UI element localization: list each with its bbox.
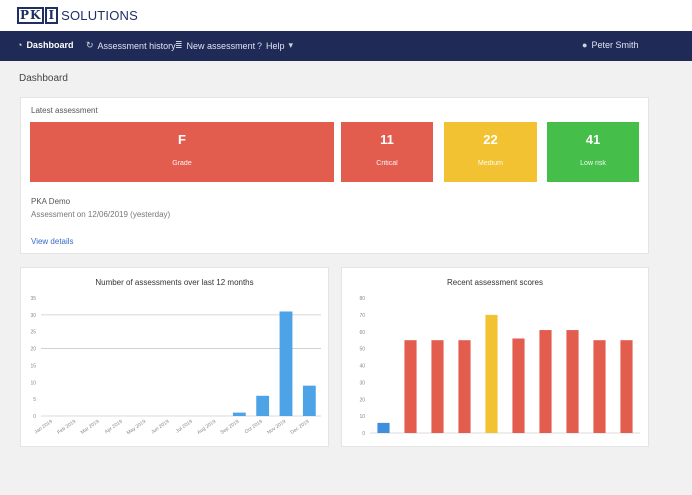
x-tick-label: Aug 2019: [196, 419, 217, 436]
nav-item-history[interactable]: ↻ Assessment history: [86, 40, 176, 51]
x-tick-label: Oct 2019: [244, 419, 264, 436]
y-tick-label: 15: [30, 363, 36, 369]
x-tick-label: Feb 2019: [56, 419, 77, 436]
view-details-link[interactable]: View details: [31, 237, 74, 246]
x-tick-label: Dec 2019: [290, 419, 311, 436]
y-tick-label: 20: [359, 397, 365, 403]
scores-bar-chart: 0 10 20 30 40 50 60 70 80: [359, 296, 640, 437]
latest-assessment-card: Latest assessment F Grade 11 Critical 22…: [20, 97, 649, 254]
medium-count: 22: [483, 132, 498, 147]
y-tick-label: 10: [359, 414, 365, 420]
x-tick-label: Jun 2019: [150, 419, 170, 436]
assessments-bar-chart: 0 5 10 15 20 25 30 35 Jan 2019 Feb 2019 Mar 2019 Ap…: [30, 296, 321, 437]
chart-bar: [620, 340, 633, 433]
chart-bar: [458, 340, 471, 433]
logo-mark: PK I: [16, 6, 59, 25]
site-name: PKA Demo: [31, 197, 71, 206]
x-tick-label: Apr 2019: [104, 419, 124, 436]
chart-bar: [593, 340, 606, 433]
critical-count: 11: [380, 132, 394, 147]
nav-item-dashboard[interactable]: ◔ Dashboard: [17, 40, 73, 50]
nav-label: Help: [266, 40, 285, 51]
y-tick-label: 25: [30, 330, 36, 336]
low-risk-tile[interactable]: 41 Low risk: [547, 122, 639, 182]
nav-item-help[interactable]: ? Help ▾: [257, 40, 293, 51]
assessments-chart-card: Number of assessments over last 12 month…: [20, 267, 329, 447]
y-tick-label: 80: [359, 296, 365, 302]
y-tick-label: 70: [359, 313, 365, 319]
user-name: Peter Smith: [591, 40, 639, 50]
y-tick-label: 20: [30, 347, 36, 353]
chevron-down-icon: ▾: [288, 40, 294, 50]
y-tick-label: 50: [359, 347, 365, 353]
chart-bar: [377, 422, 390, 433]
medium-tile[interactable]: 22 Medium: [444, 122, 537, 182]
critical-label: Critical: [376, 160, 398, 167]
grade-tile[interactable]: F Grade: [30, 122, 334, 182]
grade-value: F: [178, 132, 186, 147]
nav-label: Assessment history: [97, 40, 176, 51]
y-tick-label: 40: [359, 364, 365, 370]
scores-chart-card: Recent assessment scores 0 10 20 30 40 50 60 70…: [341, 267, 649, 447]
nav-label: New assessment: [186, 40, 256, 51]
chart-bar: [512, 338, 525, 433]
chart-bar: [256, 395, 270, 416]
user-menu[interactable]: ● Peter Smith: [582, 40, 638, 50]
y-tick-label: 30: [359, 380, 365, 386]
nav-label: Dashboard: [26, 40, 74, 50]
help-icon: ?: [257, 40, 263, 51]
critical-tile[interactable]: 11 Critical: [341, 122, 433, 182]
x-tick-label: Jul 2019: [175, 419, 194, 435]
chart-bar: [431, 340, 444, 433]
chart-bar: [232, 412, 246, 416]
chart-bar: [485, 314, 498, 433]
company-logo[interactable]: PK I SOLUTIONS: [16, 6, 139, 25]
chart-bar: [279, 311, 293, 416]
grade-label: Grade: [172, 160, 192, 167]
chart-bar: [404, 340, 417, 433]
x-tick-label: May 2019: [126, 419, 148, 437]
x-tick-label: Jan 2019: [34, 419, 54, 436]
chart-bar: [566, 330, 579, 433]
chart-bar: [539, 330, 552, 433]
low-risk-label: Low risk: [580, 160, 606, 167]
x-tick-label: Sep 2019: [219, 419, 240, 436]
dashboard-icon: ◔: [17, 40, 23, 50]
card-header: Latest assessment: [31, 106, 98, 115]
logo-wordmark: SOLUTIONS: [61, 8, 139, 23]
assessment-date: Assessment on 12/06/2019 (yesterday): [31, 210, 171, 219]
brand-bar: PK I SOLUTIONS: [0, 0, 692, 31]
main-navbar: ◔ Dashboard ↻ Assessment history ≣ New a…: [0, 31, 692, 61]
y-tick-label: 0: [33, 414, 36, 420]
x-tick-label: Nov 2019: [266, 419, 287, 436]
y-tick-label: 60: [359, 330, 365, 336]
chart-bar: [302, 385, 316, 416]
nav-item-new-assessment[interactable]: ≣ New assessment: [175, 40, 255, 51]
y-tick-label: 30: [30, 313, 36, 319]
history-icon: ↻: [86, 40, 94, 50]
y-tick-label: 10: [30, 380, 36, 386]
x-tick-label: Mar 2019: [80, 419, 101, 436]
low-risk-count: 41: [585, 132, 601, 147]
page-title: Dashboard: [19, 73, 68, 84]
medium-label: Medium: [478, 160, 503, 167]
user-icon: ●: [582, 40, 588, 50]
list-icon: ≣: [175, 40, 183, 50]
y-tick-label: 0: [362, 431, 365, 437]
y-tick-label: 5: [33, 397, 36, 403]
y-tick-label: 35: [30, 296, 36, 302]
